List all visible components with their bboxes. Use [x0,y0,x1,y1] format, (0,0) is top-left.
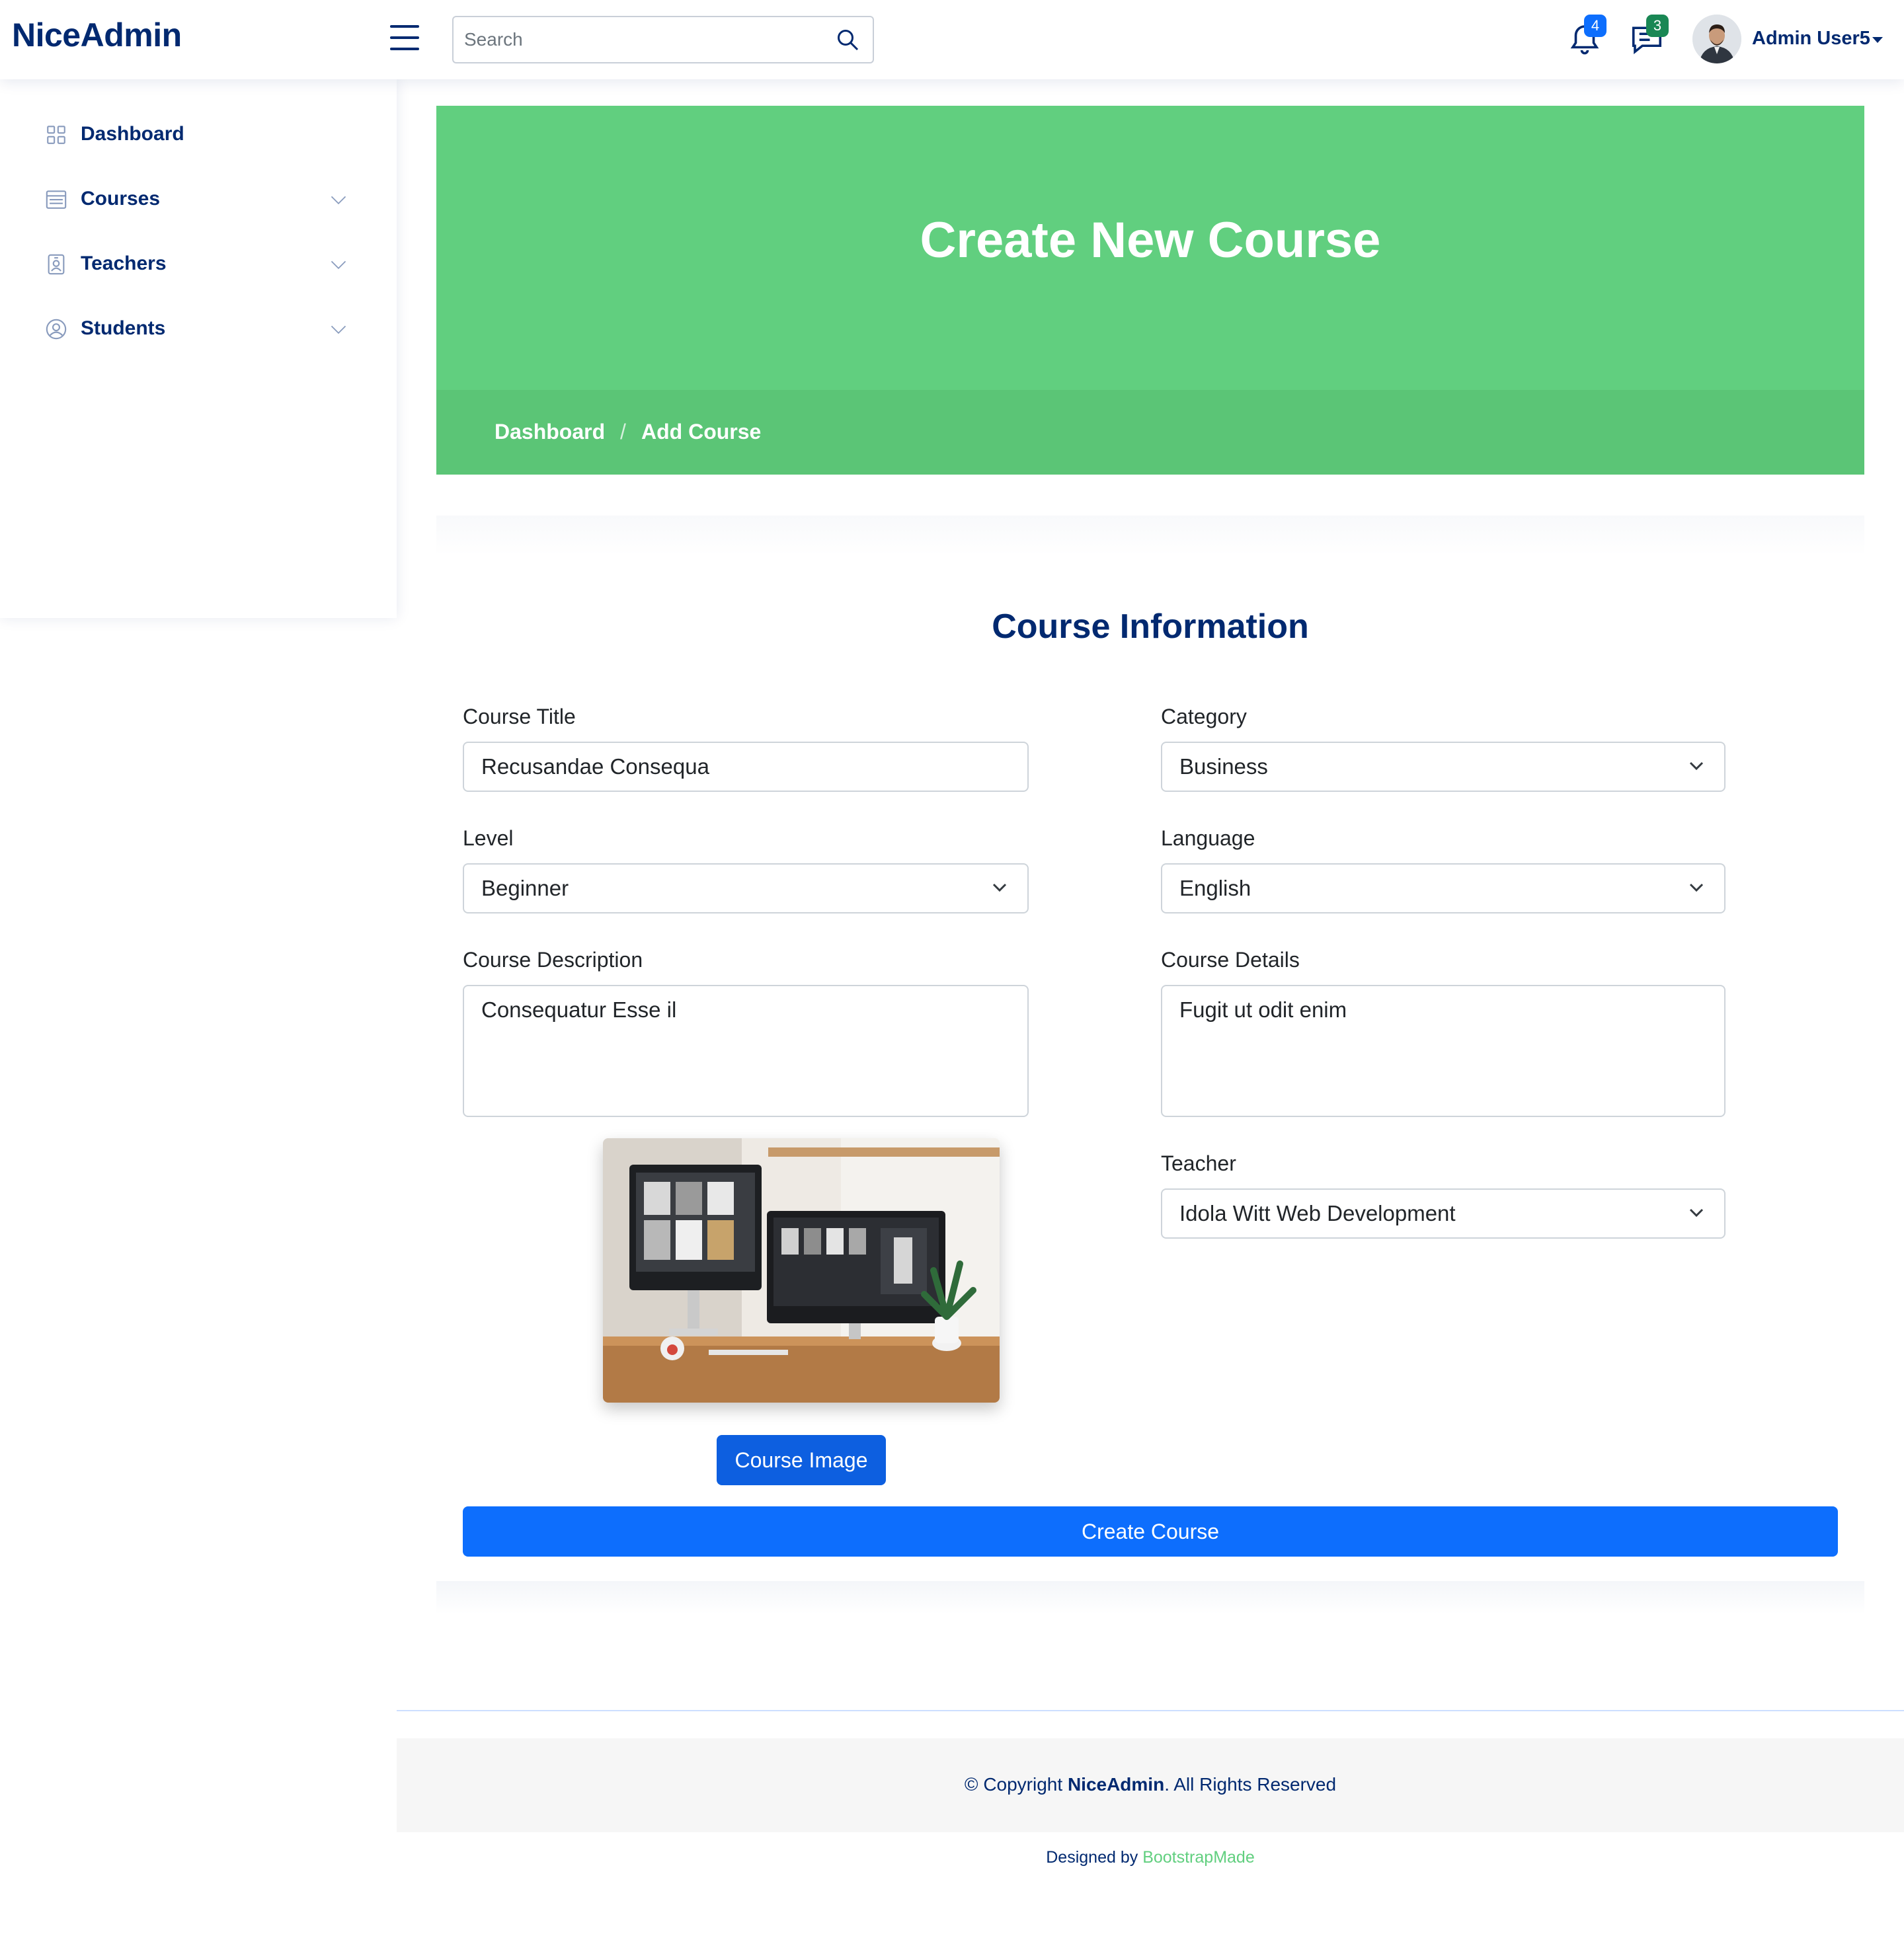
card-title: Course Information [992,607,1309,646]
sidebar-item-students[interactable]: Students [0,303,397,356]
chevron-down-icon [992,883,1007,892]
chevron-down-icon [1689,883,1704,892]
notifications-badge: 4 [1584,15,1606,37]
breadcrumb-separator: / [620,420,626,444]
sidebar: Dashboard Courses Teachers Students [0,79,397,618]
category-value: Business [1179,754,1268,779]
footer-divider [397,1710,1904,1711]
chevron-down-icon [1689,1208,1704,1218]
chevron-down-icon [1689,761,1704,771]
breadcrumb: Dashboard / Add Course [436,390,1864,475]
breadcrumb-add-course: Add Course [641,420,762,444]
chevron-down-icon [331,196,346,205]
person-badge-icon [48,254,65,275]
grid-icon [47,126,65,144]
level-label: Level [463,826,514,850]
header: NiceAdmin 4 3 Adm [0,0,1904,79]
messages-badge: 3 [1646,15,1669,37]
sidebar-item-courses[interactable]: Courses [0,173,397,226]
teacher-label: Teacher [1161,1151,1236,1175]
breadcrumb-dashboard[interactable]: Dashboard [495,420,605,444]
notifications-button[interactable]: 4 [1567,15,1606,58]
designer-link[interactable]: BootstrapMade [1142,1848,1255,1867]
search-bar [452,16,874,63]
chevron-down-icon [331,325,346,334]
course-title-value: Recusandae Consequa [481,754,709,779]
create-course-button[interactable]: Create Course [463,1506,1838,1557]
card-bottom-edge [436,1581,1864,1614]
course-description-label: Course Description [463,948,643,972]
copyright-brand: NiceAdmin [1067,1774,1165,1795]
person-circle-icon [46,319,67,340]
caret-down-icon [1872,37,1883,43]
course-details-textarea[interactable]: Fugit ut odit enim [1161,985,1726,1117]
category-select[interactable]: Business [1161,742,1726,792]
sidebar-item-label: Dashboard [81,123,184,145]
chevron-down-icon [331,260,346,270]
copyright-suffix: . All Rights Reserved [1164,1774,1337,1795]
language-select[interactable]: English [1161,863,1726,913]
level-value: Beginner [481,876,569,900]
course-details-label: Course Details [1161,948,1300,972]
layout-text-sidebar-icon [46,190,67,209]
course-title-label: Course Title [463,705,576,728]
teacher-value: Idola Witt Web Development [1179,1201,1456,1225]
language-value: English [1179,876,1251,900]
credits: Designed by BootstrapMade [397,1848,1904,1867]
card-top-edge [436,516,1864,555]
course-title-input[interactable]: Recusandae Consequa [463,742,1029,792]
profile-name: Admin User5 [1752,28,1870,49]
sidebar-item-teachers[interactable]: Teachers [0,238,397,291]
logo[interactable]: NiceAdmin [12,16,182,54]
course-details-value: Fugit ut odit enim [1179,997,1347,1022]
page-hero: Create New Course Dashboard / Add Course [436,106,1864,475]
avatar [1692,15,1741,63]
sidebar-item-label: Courses [81,188,161,210]
messages-button[interactable]: 3 [1629,15,1669,58]
sidebar-item-label: Students [81,317,166,339]
credits-prefix: Designed by [1046,1848,1143,1867]
course-description-textarea[interactable]: Consequatur Esse il [463,985,1029,1117]
search-input[interactable] [454,17,834,62]
course-description-value: Consequatur Esse il [481,997,677,1022]
language-label: Language [1161,826,1255,850]
sidebar-item-dashboard[interactable]: Dashboard [0,108,397,161]
sidebar-item-label: Teachers [81,252,167,274]
category-label: Category [1161,705,1247,728]
teacher-select[interactable]: Idola Witt Web Development [1161,1188,1726,1239]
level-select[interactable]: Beginner [463,863,1029,913]
course-image-preview [603,1138,1000,1403]
page-title: Create New Course [920,212,1381,268]
sidebar-toggle-icon[interactable] [390,25,419,52]
course-image-button[interactable]: Course Image [717,1435,886,1485]
copyright-prefix: © Copyright [964,1774,1068,1795]
copyright: © Copyright NiceAdmin. All Rights Reserv… [397,1774,1904,1795]
search-icon[interactable] [836,28,859,52]
